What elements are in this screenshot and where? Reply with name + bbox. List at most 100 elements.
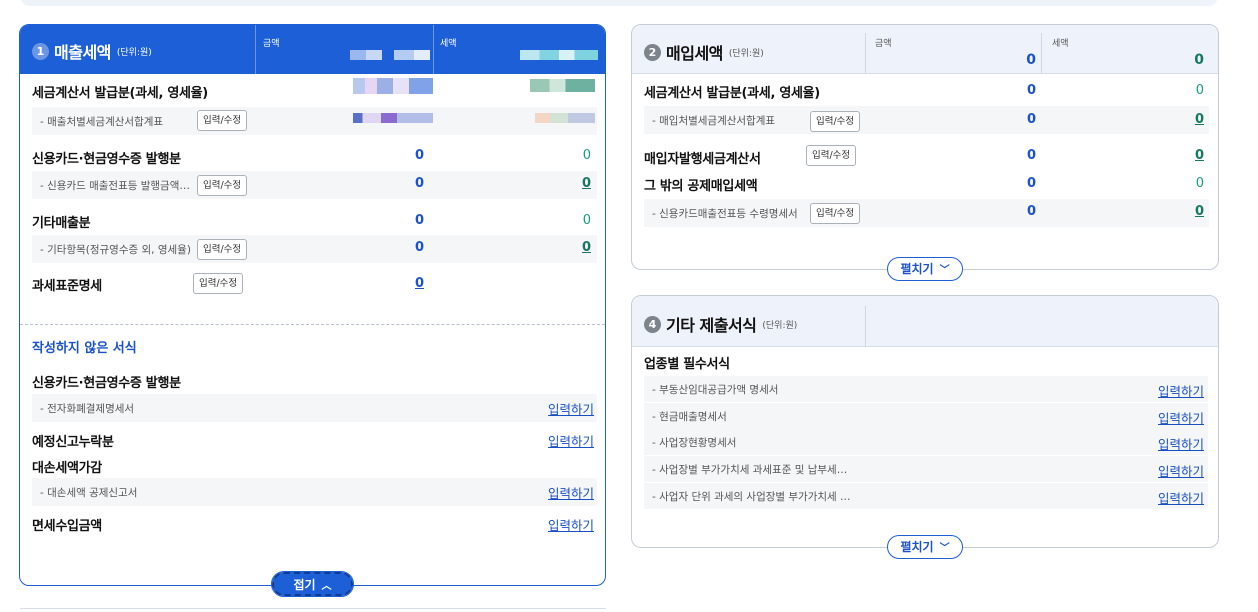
form-item-label: - 현금매출명세서 xyxy=(652,411,727,423)
unit-label: (단위:원) xyxy=(762,320,798,331)
card-sub-edit-button[interactable]: 입력/수정 xyxy=(197,175,248,196)
other-sub-tax-link[interactable]: 0 xyxy=(547,240,591,255)
card-receipt-tax: 0 xyxy=(582,148,591,163)
industry-forms-label: 업종별 필수서식 xyxy=(644,357,730,372)
form-item-input-link[interactable]: 입력하기 xyxy=(1158,434,1204,453)
purchase-summary-tax-link[interactable]: 0 xyxy=(1160,112,1204,127)
purchase-summary-edit-button[interactable]: 입력/수정 xyxy=(810,111,861,132)
row-bad-debt: 대손세액가감 xyxy=(20,454,605,478)
form-item-label: - 부동산임대공급가액 명세서 xyxy=(652,384,779,396)
row-card-receipt: 신용카드·현금영수증 발행분 0 0 xyxy=(20,143,605,171)
next-panel-edge xyxy=(20,608,606,612)
card-sub-tax-link[interactable]: 0 xyxy=(547,176,591,191)
other-sales-amount: 0 xyxy=(414,213,424,228)
other-sub-edit-button[interactable]: 입력/수정 xyxy=(197,239,248,260)
invoice-summary-edit-button[interactable]: 입력/수정 xyxy=(197,110,248,131)
form-item-label: - 사업장현황명세서 xyxy=(652,437,737,449)
row-purchase-card: - 신용카드매출전표등 수령명세서 입력/수정 0 0 xyxy=(632,198,1218,228)
row-e-money: - 전자화폐결제명세서 입력하기 xyxy=(20,394,605,422)
other-sub-label: - 기타항목(정규영수증 외, 영세율) xyxy=(40,244,191,256)
top-strip xyxy=(20,0,1218,6)
purchase-card-label: - 신용카드매출전표등 수령명세서 xyxy=(652,208,798,220)
amount-column-label: 금액 xyxy=(263,39,280,49)
purchase-summary-amount: 0 xyxy=(1026,112,1036,127)
other-deduction-amount: 0 xyxy=(1026,176,1036,191)
amount-column-label: 금액 xyxy=(875,39,892,49)
exempt-import-label: 면세수입금액 xyxy=(32,519,102,534)
bad-debt-input-link[interactable]: 입력하기 xyxy=(548,483,594,502)
invoice-summary-label: - 매출처별세금계산서합계표 xyxy=(40,116,164,128)
purchase-card-tax-link[interactable]: 0 xyxy=(1160,204,1204,219)
scheduled-omission-label: 예정신고누락분 xyxy=(32,435,114,450)
row-invoice-received: 세금계산서 발급분(과세, 영세율) 0 0 xyxy=(632,78,1218,104)
section-divider xyxy=(20,324,605,325)
tax-base-amount-link[interactable]: 0 xyxy=(380,276,424,291)
redacted-tax-total xyxy=(520,50,598,60)
expand-button-label: 펼치기 xyxy=(900,540,934,554)
purchase-amount-total: 0 xyxy=(1026,52,1036,68)
card-receipt-label: 신용카드·현금영수증 발행분 xyxy=(32,152,181,167)
other-forms-expand-button[interactable]: 펼치기 ﹀ xyxy=(887,535,963,559)
redacted-amount-total xyxy=(350,50,430,60)
purchase-expand-button[interactable]: 펼치기 ﹀ xyxy=(887,257,963,281)
unit-label: (단위:원) xyxy=(116,47,152,58)
row-unfilled-card: 신용카드·현금영수증 발행분 xyxy=(20,369,605,393)
chevron-down-icon: ﹀ xyxy=(939,543,950,554)
other-sub-amount: 0 xyxy=(414,240,424,255)
unfilled-card-label: 신용카드·현금영수증 발행분 xyxy=(32,376,181,391)
row-scheduled-omission: 예정신고누락분 입력하기 xyxy=(20,428,605,452)
other-forms-header: 4 기타 제출서식 (단위:원) xyxy=(632,296,1218,347)
buyer-issued-edit-button[interactable]: 입력/수정 xyxy=(806,145,857,166)
card-sub-amount: 0 xyxy=(414,176,424,191)
row-invoice-summary: - 매출처별세금계산서합계표 입력/수정 xyxy=(20,105,605,135)
redacted-amount xyxy=(353,113,433,123)
expand-button-label: 펼치기 xyxy=(900,262,934,276)
redacted-tax xyxy=(530,79,595,92)
scheduled-omission-input-link[interactable]: 입력하기 xyxy=(548,431,594,450)
section-number-badge: 1 xyxy=(32,42,49,60)
other-forms-title: 기타 제출서식 xyxy=(666,316,757,335)
collapse-button-label: 접기 xyxy=(293,578,316,592)
row-bad-debt-sub: - 대손세액 공제신고서 입력하기 xyxy=(20,478,605,506)
section-number-badge: 4 xyxy=(644,315,661,333)
bad-debt-sub-label: - 대손세액 공제신고서 xyxy=(40,487,138,499)
invoice-received-amount: 0 xyxy=(1026,83,1036,98)
card-sub-label: - 신용카드 매출전표등 발행금액… xyxy=(40,180,190,192)
redacted-amount xyxy=(353,78,433,94)
purchase-tax-panel: 2 매입세액 (단위:원) 금액 0 세액 0 세금계산서 발급분(과세, 영세… xyxy=(631,24,1219,270)
form-item-input-link[interactable]: 입력하기 xyxy=(1158,488,1204,507)
exempt-import-input-link[interactable]: 입력하기 xyxy=(548,515,594,534)
invoice-received-tax: 0 xyxy=(1195,83,1204,98)
row-card-sub: - 신용카드 매출전표등 발행금액… 입력/수정 0 0 xyxy=(20,170,605,200)
collapse-button[interactable]: 접기 ︿ xyxy=(271,571,354,597)
row-exempt-import: 면세수입금액 입력하기 xyxy=(20,512,605,536)
row-tax-base: 과세표준명세 입력/수정 0 xyxy=(20,269,605,299)
unit-label: (단위:원) xyxy=(728,48,764,59)
sales-tax-header: 1 매출세액 (단위:원) 금액 세액 xyxy=(20,25,605,74)
e-money-label: - 전자화폐결제명세서 xyxy=(40,403,135,415)
form-item: - 사업자 단위 과세의 사업장별 부가가치세 … 입력하기 xyxy=(632,483,1218,509)
sales-tax-title: 매출세액 xyxy=(54,43,111,62)
purchase-tax-header: 2 매입세액 (단위:원) 금액 0 세액 0 xyxy=(632,25,1218,74)
form-item-label: - 사업장별 부가가치세 과세표준 및 납부세… xyxy=(652,464,848,476)
row-other-sub: - 기타항목(정규영수증 외, 영세율) 입력/수정 0 0 xyxy=(20,234,605,264)
sales-tax-panel: 1 매출세액 (단위:원) 금액 세액 세금계산서 발급분(과세, 영세율) -… xyxy=(19,24,606,586)
form-item-input-link[interactable]: 입력하기 xyxy=(1158,408,1204,427)
form-item: - 현금매출명세서 입력하기 xyxy=(632,403,1218,429)
other-forms-panel: 4 기타 제출서식 (단위:원) 업종별 필수서식 - 부동산임대공급가액 명세… xyxy=(631,295,1219,548)
tax-base-label: 과세표준명세 xyxy=(32,279,102,294)
buyer-issued-tax-link[interactable]: 0 xyxy=(1160,148,1204,163)
card-receipt-amount: 0 xyxy=(414,148,424,163)
row-purchase-summary: - 매입처별세금계산서합계표 입력/수정 0 0 xyxy=(632,105,1218,135)
e-money-input-link[interactable]: 입력하기 xyxy=(548,399,594,418)
buyer-issued-label: 매입자발행세금계산서 xyxy=(644,152,761,167)
form-item-input-link[interactable]: 입력하기 xyxy=(1158,461,1204,480)
buyer-issued-amount: 0 xyxy=(1026,148,1036,163)
invoice-issued-label: 세금계산서 발급분(과세, 영세율) xyxy=(32,86,208,101)
row-other-sales: 기타매출분 0 0 xyxy=(20,207,605,235)
tax-base-edit-button[interactable]: 입력/수정 xyxy=(193,273,244,294)
other-sales-tax: 0 xyxy=(582,213,591,228)
row-buyer-issued: 매입자발행세금계산서 입력/수정 0 0 xyxy=(632,143,1218,171)
form-item-input-link[interactable]: 입력하기 xyxy=(1158,381,1204,400)
purchase-card-edit-button[interactable]: 입력/수정 xyxy=(810,203,861,224)
